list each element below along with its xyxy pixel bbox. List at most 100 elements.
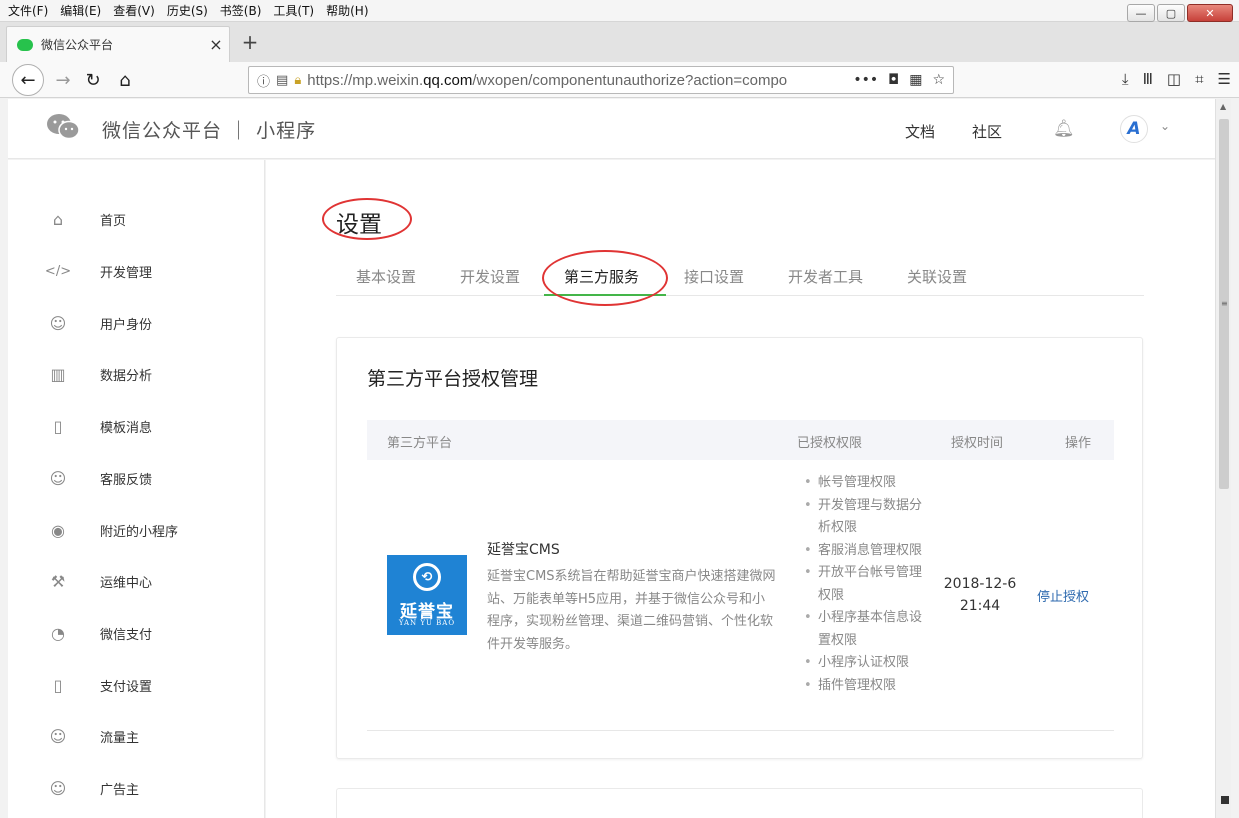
sidebar-item-label: 首页 [100,213,127,229]
col-permissions: 已授权权限 [797,436,863,451]
sidebar-item-label: 运维中心 [100,575,153,591]
tab-dev-tools[interactable]: 开发者工具 [788,266,863,287]
pocket-icon[interactable]: ◘ [888,72,899,88]
new-tab-icon[interactable]: + [238,30,262,54]
sidebar-item-label: 用户身份 [100,317,153,333]
sidebar-item-label: 附近的小程序 [100,524,179,540]
menu-edit[interactable]: 编辑(E) [60,2,101,19]
qrcode-icon[interactable]: ▦ [909,72,922,88]
tab-dev-settings[interactable]: 开发设置 [460,266,520,287]
sidebar-item-nearby[interactable]: ◉ 附近的小程序 [46,517,178,543]
user-ad-icon: ☺ [49,778,67,798]
avatar[interactable]: A [1120,115,1148,143]
page-icon: ▤ [276,72,289,88]
sidebar-item-label: 微信支付 [100,627,153,643]
window-controls: — ▢ ✕ [1127,4,1233,22]
sidebar-item-ops[interactable]: ⚒ 运维中心 [46,568,152,594]
brand-title[interactable]: 微信公众平台 ｜ 小程序 [102,116,316,143]
sidebar-toggle-icon[interactable]: ◫ [1167,70,1181,88]
menu-bookmarks[interactable]: 书签(B) [220,2,262,19]
auth-time: 2018-12-6 21:44 [943,576,1017,614]
browser-tab[interactable]: 微信公众平台 × [6,26,230,62]
platform-logo: ⟲ 延誉宝 YAN YU BAO [387,555,467,635]
minimize-button[interactable]: — [1127,4,1155,22]
reload-button[interactable]: ↻ [78,65,108,95]
tab-interface-settings[interactable]: 接口设置 [684,266,744,287]
sidebar-item-dev-manage[interactable]: </> 开发管理 [44,258,152,284]
main-content: 设置 基本设置 开发设置 第三方服务 接口设置 开发者工具 关联设置 第三方平台… [266,160,1215,818]
sidebar: ⌂ 首页 </> 开发管理 ☺ 用户身份 ▥ 数据分析 ▯ 模板消息 ☺ 客服反馈 ◉ 附近的… [8,160,265,818]
screenshot-icon[interactable]: ⌗ [1195,70,1203,88]
col-platform: 第三方平台 [387,436,453,451]
yanyubao-logo-icon: ⟲ [413,563,441,591]
bell-icon[interactable]: 🔔︎ [1053,119,1075,139]
menu-hamburger-icon[interactable]: ☰ [1218,70,1231,88]
sidebar-item-home[interactable]: ⌂ 首页 [46,206,126,232]
sidebar-item-label: 模板消息 [100,420,153,436]
community-link[interactable]: 社区 [972,121,1002,142]
list-item: 小程序基本信息设置权限 [804,607,924,652]
forward-button[interactable]: → [48,65,78,95]
url-bar[interactable]: ⓘ ▤ 🔒︎ https://mp.weixin.qq.com/wxopen/c… [248,66,954,94]
home-icon: ⌂ [52,209,64,229]
sidebar-item-pay-settings[interactable]: ▯ 支付设置 [46,672,152,698]
sidebar-item-support[interactable]: ☺ 客服反馈 [46,465,152,491]
tab-basic-settings[interactable]: 基本设置 [356,266,416,287]
sidebar-item-advertiser[interactable]: ☺ 广告主 [46,775,139,801]
tab-linked-settings[interactable]: 关联设置 [907,266,967,287]
menu-help[interactable]: 帮助(H) [326,2,368,19]
location-icon: ◉ [51,520,65,540]
lock-icon[interactable]: 🔒︎ [294,73,301,88]
stop-authorization-link[interactable]: 停止授权 [1037,586,1089,605]
close-window-button[interactable]: ✕ [1187,4,1233,22]
download-icon[interactable]: ⤓ [1122,70,1129,88]
docs-link[interactable]: 文档 [905,121,935,142]
menu-file[interactable]: 文件(F) [8,2,48,19]
annotation-circle-tab [542,250,668,306]
third-party-card: 第三方平台授权管理 第三方平台 已授权权限 授权时间 操作 ⟲ 延誉宝 YAN … [336,337,1143,759]
sidebar-item-analytics[interactable]: ▥ 数据分析 [46,361,152,387]
chevron-down-icon[interactable]: ⌄ [1160,119,1170,133]
list-item: 帐号管理权限 [804,472,924,495]
tab-title: 微信公众平台 [41,38,114,52]
chart-icon: ▥ [50,364,66,384]
menu-tools[interactable]: 工具(T) [273,2,314,19]
platform-description: 延誉宝CMS系统旨在帮助延誉宝商户快速搭建微网站、万能表单等H5应用，并基于微信… [487,569,776,652]
secondary-card [336,788,1143,818]
sidebar-item-template-msg[interactable]: ▯ 模板消息 [46,413,152,439]
home-button[interactable]: ⌂ [110,65,140,95]
table-header: 第三方平台 已授权权限 授权时间 操作 [367,420,1114,460]
url-text[interactable]: https://mp.weixin.qq.com/wxopen/componen… [307,72,853,89]
wechat-favicon-icon [17,38,33,51]
platform-name: 延誉宝CMS [487,542,560,558]
phone-settings-icon: ▯ [53,675,63,695]
site-header: 微信公众平台 ｜ 小程序 文档 社区 🔔︎ A ⌄ [8,99,1215,159]
support-icon: ☺ [49,468,67,488]
more-icon[interactable]: ••• [853,72,878,88]
page-scrollbar[interactable]: ▲ ≡ [1215,99,1231,818]
wechat-logo-icon [47,114,80,140]
list-item: 开放平台帐号管理权限 [804,562,924,607]
close-tab-icon[interactable]: × [203,35,229,54]
sidebar-item-label: 广告主 [100,782,140,798]
page-viewport: 微信公众平台 ｜ 小程序 文档 社区 🔔︎ A ⌄ ⌂ 首页 </> 开发管理 ☺ 用… [8,99,1215,818]
col-action: 操作 [1065,436,1092,451]
scroll-grip-icon: ≡ [1221,299,1228,308]
sidebar-item-wechat-pay[interactable]: ◔ 微信支付 [46,620,152,646]
browser-navbar: ← → ↻ ⌂ ⓘ ▤ 🔒︎ https://mp.weixin.qq.com/… [0,62,1239,98]
back-button[interactable]: ← [12,64,44,96]
menu-view[interactable]: 查看(V) [113,2,155,19]
sidebar-item-traffic-owner[interactable]: ☺ 流量主 [46,723,139,749]
library-icon[interactable]: Ⅲ [1143,70,1153,88]
info-icon[interactable]: ⓘ [257,71,270,90]
menu-history[interactable]: 历史(S) [167,2,208,19]
window-menubar: 文件(F) 编辑(E) 查看(V) 历史(S) 书签(B) 工具(T) 帮助(H… [0,0,1239,22]
scroll-up-icon[interactable]: ▲ [1220,102,1226,111]
resize-corner-icon[interactable] [1221,796,1229,804]
code-icon: </> [44,263,72,279]
sidebar-item-user-identity[interactable]: ☺ 用户身份 [46,310,152,336]
bookmark-star-icon[interactable]: ☆ [932,72,945,88]
list-item: 小程序认证权限 [804,652,924,675]
row-divider [367,730,1114,731]
maximize-button[interactable]: ▢ [1157,4,1185,22]
